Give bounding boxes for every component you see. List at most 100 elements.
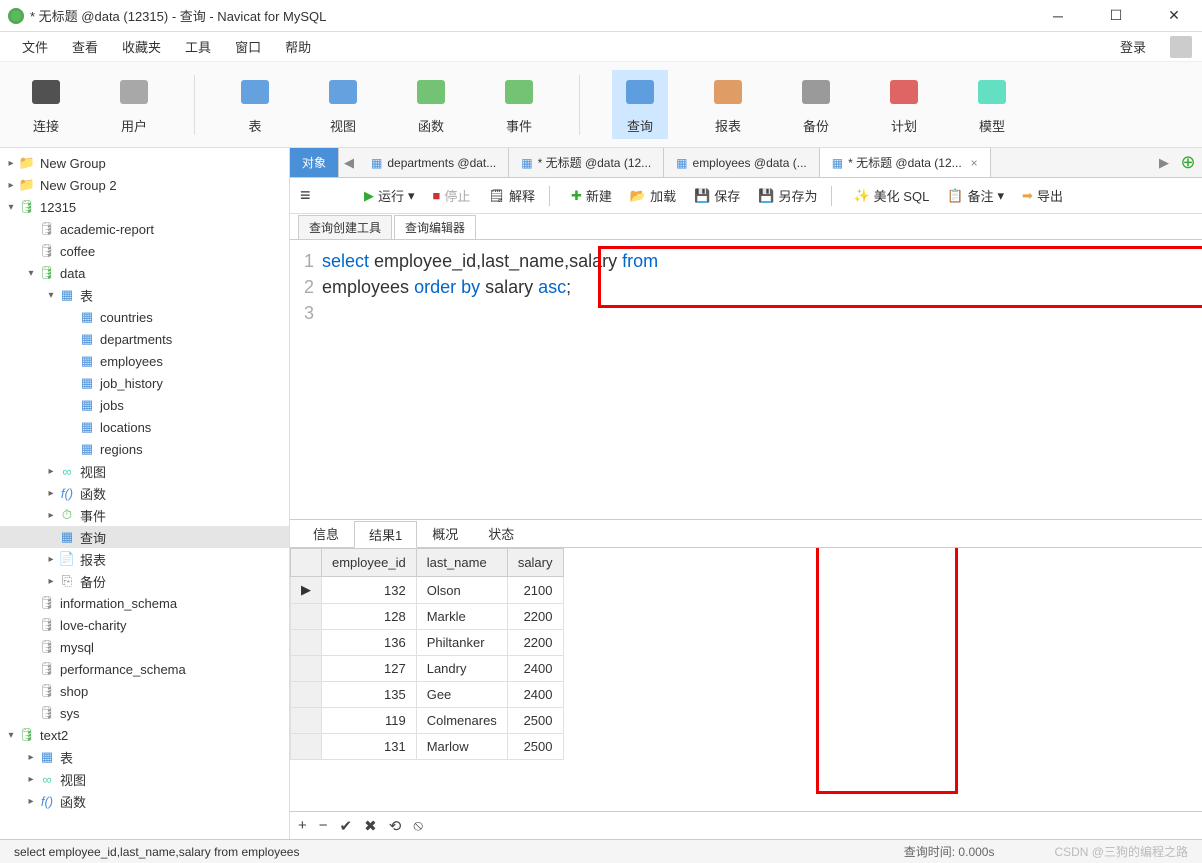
hamburger-icon[interactable]: ≡	[300, 185, 320, 206]
objects-tab[interactable]: 对象	[290, 148, 339, 177]
col-employee_id[interactable]: employee_id	[322, 549, 417, 577]
menu-查看[interactable]: 查看	[60, 33, 110, 60]
col-salary[interactable]: salary	[507, 549, 563, 577]
menu-文件[interactable]: 文件	[10, 33, 60, 60]
tree-item-shop[interactable]: 🛢shop	[0, 680, 289, 702]
menu-窗口[interactable]: 窗口	[223, 33, 273, 60]
toolbar-user-button[interactable]: 用户	[106, 70, 162, 139]
sidebar-tree[interactable]: ▸📁New Group▸📁New Group 2▾🛢12315🛢academic…	[0, 148, 290, 839]
toolbar-table-button[interactable]: 表	[227, 70, 283, 139]
result-tab-结果1[interactable]: 结果1	[354, 521, 417, 548]
tree-item-love-charity[interactable]: 🛢love-charity	[0, 614, 289, 636]
tree-item-departments[interactable]: ▦departments	[0, 328, 289, 350]
toolbar-plan-button[interactable]: 计划	[876, 70, 932, 139]
tab-next-button[interactable]: ▶	[1154, 148, 1174, 177]
save-button[interactable]: 💾保存	[690, 184, 744, 207]
tree-toggle-icon[interactable]: ▾	[24, 268, 38, 279]
result-tab-概况[interactable]: 概况	[417, 520, 473, 547]
tree-toggle-icon[interactable]: ▸	[24, 752, 38, 763]
tree-toggle-icon[interactable]: ▸	[44, 576, 58, 587]
table-row[interactable]: 131Marlow2500	[291, 734, 564, 760]
stop-button[interactable]: ■停止	[429, 184, 475, 207]
toolbar-connect-button[interactable]: 连接	[18, 70, 74, 139]
tree-toggle-icon[interactable]: ▾	[4, 730, 18, 741]
tree-item-查询[interactable]: ▦查询	[0, 526, 289, 548]
explain-button[interactable]: 🗒解释	[484, 184, 539, 207]
toolbar-function-button[interactable]: 函数	[403, 70, 459, 139]
export-button[interactable]: ➡导出	[1018, 184, 1067, 207]
tree-item-函数[interactable]: ▸f()函数	[0, 790, 289, 812]
tree-item-12315[interactable]: ▾🛢12315	[0, 196, 289, 218]
avatar-icon[interactable]	[1170, 36, 1192, 58]
tree-item-视图[interactable]: ▸∞视图	[0, 460, 289, 482]
tree-item-data[interactable]: ▾🛢data	[0, 262, 289, 284]
tree-item-job_history[interactable]: ▦job_history	[0, 372, 289, 394]
tree-item-表[interactable]: ▸▦表	[0, 746, 289, 768]
sql-code[interactable]: select employee_id,last_name,salary from…	[322, 248, 1202, 326]
toolbar-report-button[interactable]: 报表	[700, 70, 756, 139]
login-link[interactable]: 登录	[1108, 33, 1158, 60]
tree-item-employees[interactable]: ▦employees	[0, 350, 289, 372]
tree-item-备份[interactable]: ▸⎘备份	[0, 570, 289, 592]
content-tab[interactable]: ▦employees @data (...	[664, 148, 820, 177]
close-tab-icon[interactable]: ×	[971, 156, 978, 170]
tree-toggle-icon[interactable]: ▾	[44, 290, 58, 301]
table-row[interactable]: ▶132Olson2100	[291, 577, 564, 604]
toolbar-event-button[interactable]: 事件	[491, 70, 547, 139]
tree-item-performance_schema[interactable]: 🛢performance_schema	[0, 658, 289, 680]
tab-prev-button[interactable]: ◀	[339, 148, 359, 177]
note-button[interactable]: 📋备注▾	[943, 184, 1008, 207]
col-last_name[interactable]: last_name	[416, 549, 507, 577]
tree-item-jobs[interactable]: ▦jobs	[0, 394, 289, 416]
content-tab[interactable]: ▦* 无标题 @data (12...	[509, 148, 664, 177]
tree-toggle-icon[interactable]: ▾	[4, 202, 18, 213]
table-row[interactable]: 136Philtanker2200	[291, 630, 564, 656]
query-builder-tab[interactable]: 查询创建工具	[298, 215, 392, 239]
result-grid[interactable]: employee_idlast_namesalary▶132Olson2100 1…	[290, 548, 1202, 811]
toolbar-model-button[interactable]: 模型	[964, 70, 1020, 139]
load-button[interactable]: 📂加载	[626, 184, 680, 207]
add-row-button[interactable]: +	[298, 817, 307, 834]
tree-item-报表[interactable]: ▸📄报表	[0, 548, 289, 570]
tree-item-regions[interactable]: ▦regions	[0, 438, 289, 460]
confirm-button[interactable]: ✔	[340, 817, 353, 835]
tree-item-information_schema[interactable]: 🛢information_schema	[0, 592, 289, 614]
minimize-button[interactable]: ─	[1038, 2, 1078, 30]
table-row[interactable]: 127Landry2400	[291, 656, 564, 682]
refresh-button[interactable]: ⟲	[389, 817, 402, 835]
query-editor-tab[interactable]: 查询编辑器	[394, 215, 476, 239]
tree-item-sys[interactable]: 🛢sys	[0, 702, 289, 724]
menu-收藏夹[interactable]: 收藏夹	[110, 33, 173, 60]
table-row[interactable]: 119Colmenares2500	[291, 708, 564, 734]
cancel-edit-button[interactable]: ✖	[364, 817, 377, 835]
maximize-button[interactable]: ☐	[1096, 2, 1136, 30]
tree-item-New Group 2[interactable]: ▸📁New Group 2	[0, 174, 289, 196]
tree-item-函数[interactable]: ▸f()函数	[0, 482, 289, 504]
tree-item-academic-report[interactable]: 🛢academic-report	[0, 218, 289, 240]
tree-item-视图[interactable]: ▸∞视图	[0, 768, 289, 790]
menu-帮助[interactable]: 帮助	[273, 33, 323, 60]
tree-toggle-icon[interactable]: ▸	[44, 554, 58, 565]
new-button[interactable]: ✚新建	[567, 184, 616, 207]
tree-item-New Group[interactable]: ▸📁New Group	[0, 152, 289, 174]
tree-toggle-icon[interactable]: ▸	[24, 774, 38, 785]
result-tab-状态[interactable]: 状态	[473, 520, 529, 547]
toolbar-backup-button[interactable]: 备份	[788, 70, 844, 139]
toolbar-query-button[interactable]: 查询	[612, 70, 668, 139]
tree-item-locations[interactable]: ▦locations	[0, 416, 289, 438]
tree-toggle-icon[interactable]: ▸	[24, 796, 38, 807]
tree-item-表[interactable]: ▾▦表	[0, 284, 289, 306]
tree-item-text2[interactable]: ▾🛢text2	[0, 724, 289, 746]
tree-toggle-icon[interactable]: ▸	[44, 466, 58, 477]
run-button[interactable]: ▶运行▾	[360, 184, 419, 207]
content-tab[interactable]: ▦* 无标题 @data (12...×	[820, 148, 991, 177]
tree-item-mysql[interactable]: 🛢mysql	[0, 636, 289, 658]
content-tab[interactable]: ▦departments @dat...	[359, 148, 509, 177]
table-row[interactable]: 135Gee2400	[291, 682, 564, 708]
new-tab-button[interactable]: ⊕	[1174, 148, 1202, 177]
tree-item-countries[interactable]: ▦countries	[0, 306, 289, 328]
tree-toggle-icon[interactable]: ▸	[44, 488, 58, 499]
tree-toggle-icon[interactable]: ▸	[4, 158, 18, 169]
result-tab-信息[interactable]: 信息	[298, 520, 354, 547]
stop-query-button[interactable]: ⦸	[413, 817, 423, 834]
